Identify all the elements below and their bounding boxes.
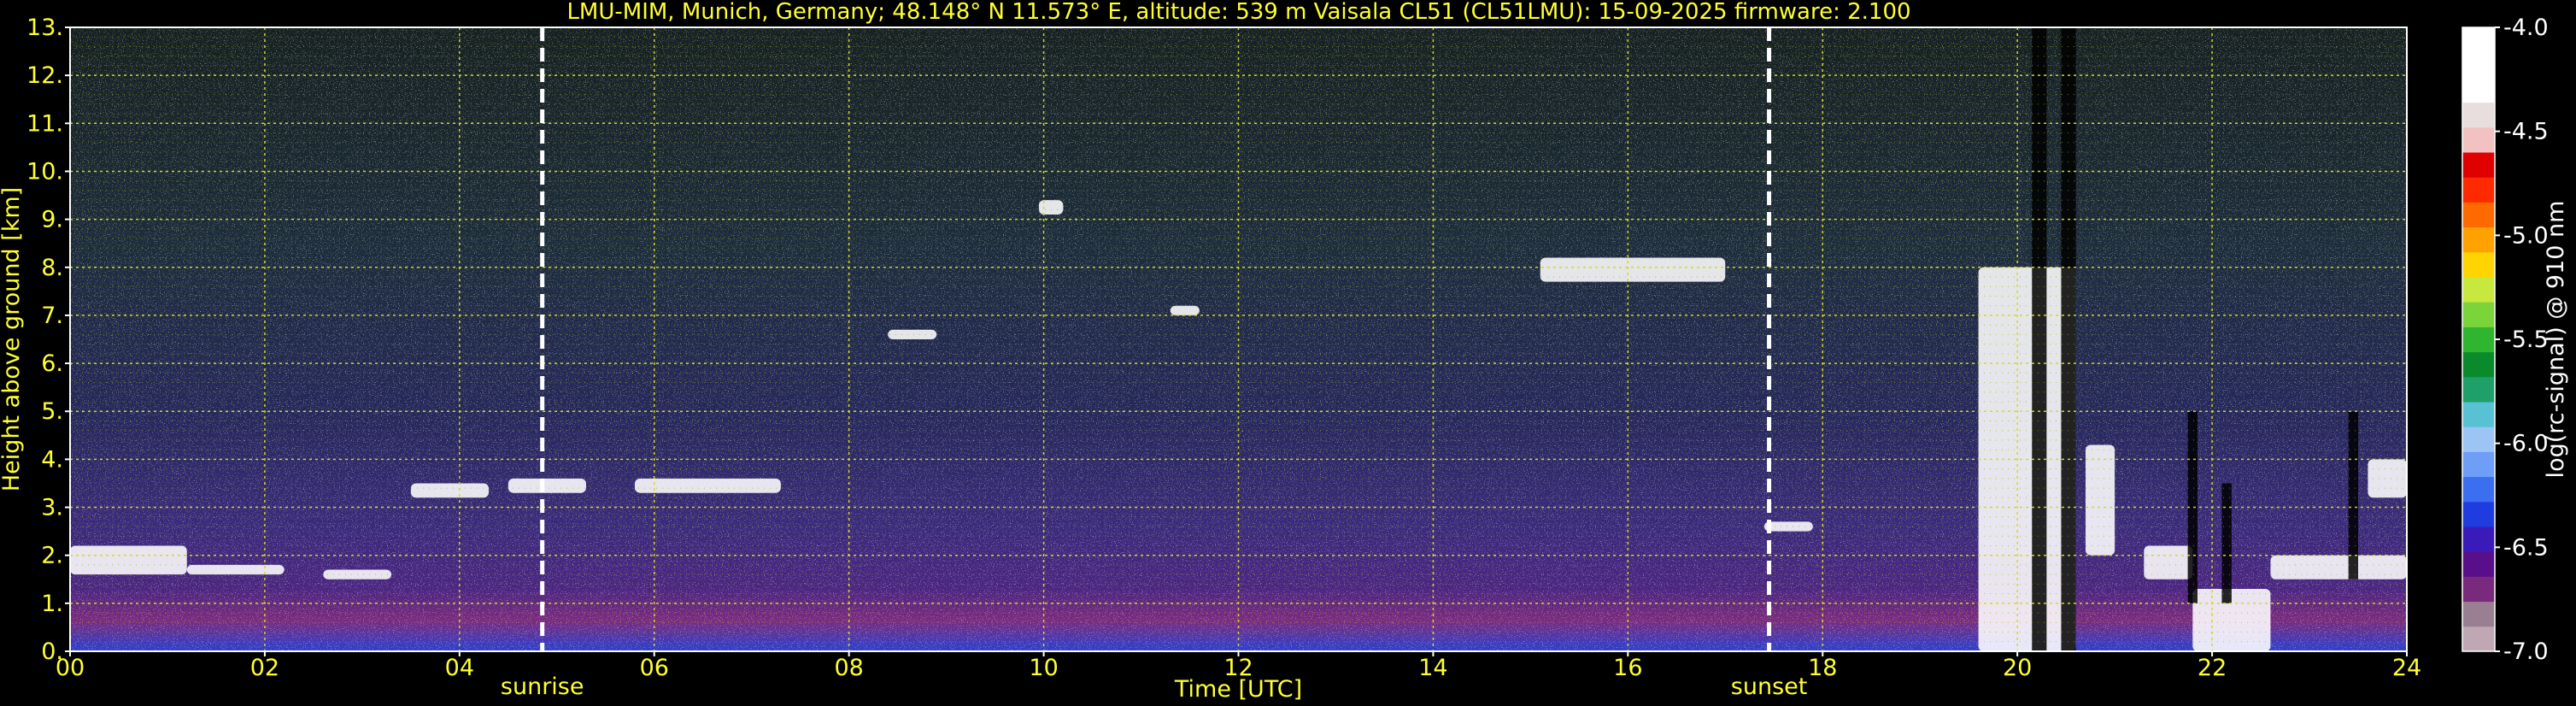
- plot-area: [69, 26, 2408, 652]
- y-tick-label: 12.: [26, 62, 63, 89]
- y-tick-label: 10.: [26, 158, 63, 185]
- y-tick-label: 7.: [41, 303, 63, 329]
- x-tick-label: 16: [1613, 655, 1642, 681]
- y-tick-label: 5.: [41, 398, 63, 425]
- cloud-12: [2085, 444, 2115, 556]
- chart-title: LMU-MIM, Munich, Germany; 48.148° N 11.5…: [566, 0, 1910, 25]
- y-tick-label: 0.: [41, 638, 63, 665]
- x-tick-label: 02: [250, 655, 279, 681]
- signal-gap-17: [2032, 27, 2047, 651]
- colorbar-tick-label: -7.0: [2503, 638, 2549, 665]
- colorbar: -4.0 -4.5 -5.0 -5.5 -6.0 -6.5 -7.0: [2462, 15, 2549, 665]
- cloud-16: [2368, 459, 2407, 498]
- colorbar-tick-label: -5.5: [2503, 327, 2549, 353]
- y-tick-label: 4.: [41, 446, 63, 473]
- sunrise-label: sunrise: [501, 674, 584, 700]
- colorbar-segment: [2462, 551, 2495, 577]
- cloud-4: [508, 478, 586, 493]
- cloud-7: [1038, 200, 1064, 215]
- colorbar-segment: [2462, 476, 2495, 503]
- colorbar-segment: [2462, 601, 2495, 627]
- x-tick-label: 04: [445, 655, 474, 681]
- y-axis-ticks: 0. 1. 2. 3. 4. 5. 6. 7. 8. 9. 10. 11. 12. 13.: [26, 15, 70, 665]
- x-tick-label: 20: [2003, 655, 2032, 681]
- y-tick-label: 13.: [26, 15, 63, 41]
- y-tick-label: 3.: [41, 495, 63, 521]
- colorbar-segment: [2462, 451, 2495, 478]
- y-tick-label: 6.: [41, 350, 63, 377]
- x-axis-label: Time [UTC]: [1174, 676, 1302, 703]
- ceilometer-chart: LMU-MIM, Munich, Germany; 48.148° N 11.5…: [0, 0, 2569, 703]
- colorbar-segment: [2462, 527, 2495, 552]
- colorbar-tick-label: -6.5: [2503, 534, 2549, 561]
- colorbar-tick-label: -4.0: [2503, 15, 2549, 41]
- colorbar-segment: [2462, 376, 2495, 403]
- colorbar-segment: [2462, 177, 2495, 203]
- x-tick-label: 22: [2198, 655, 2227, 681]
- colorbar-tick-label: -5.0: [2503, 222, 2549, 249]
- colorbar-segment: [2462, 27, 2495, 53]
- y-tick-label: 11.: [26, 110, 63, 137]
- colorbar-segment: [2462, 576, 2495, 603]
- annotation-labels: sunrise sunset: [501, 674, 1807, 700]
- cloud-3: [410, 483, 490, 498]
- y-axis-label: Height above ground [km]: [0, 187, 25, 491]
- colorbar-segment: [2462, 327, 2495, 353]
- x-tick-label: 10: [1029, 655, 1058, 681]
- cloud-1: [186, 564, 285, 575]
- colorbar-segment: [2462, 52, 2495, 78]
- y-tick-label: 8.: [41, 255, 63, 281]
- cloud-15: [2270, 555, 2407, 580]
- sunset-label: sunset: [1731, 674, 1808, 700]
- colorbar-segment: [2462, 77, 2495, 103]
- colorbar-segment: [2462, 402, 2495, 427]
- cloud-10: [1763, 521, 1813, 532]
- signal-gap-20: [2221, 483, 2232, 603]
- colorbar-segment: [2462, 251, 2495, 278]
- colorbar-segment: [2462, 427, 2495, 452]
- colorbar-segment: [2462, 277, 2495, 303]
- x-tick-label: 06: [640, 655, 669, 681]
- cloud-0: [70, 545, 187, 575]
- y-tick-label: 1.: [41, 591, 63, 617]
- cloud-5: [634, 478, 781, 493]
- colorbar-tick-label: -6.0: [2503, 431, 2549, 457]
- y-tick-label: 9.: [41, 207, 63, 233]
- colorbar-segment: [2462, 227, 2495, 253]
- colorbar-segment: [2462, 302, 2495, 327]
- cloud-13: [2144, 545, 2193, 580]
- colorbar-segment: [2462, 626, 2495, 652]
- x-tick-label: 18: [1808, 655, 1837, 681]
- colorbar-label: log(rc-signal) @ 910 nm: [2543, 201, 2569, 479]
- colorbar-segment: [2462, 126, 2495, 153]
- x-tick-label: 14: [1418, 655, 1447, 681]
- cloud-6: [888, 329, 937, 339]
- colorbar-segment: [2462, 351, 2495, 378]
- colorbar-segment: [2462, 102, 2495, 128]
- y-tick-label: 2.: [41, 543, 63, 569]
- x-tick-label: 24: [2392, 655, 2421, 681]
- signal-gap-21: [2348, 411, 2359, 580]
- colorbar-segment: [2462, 152, 2495, 178]
- cloud-8: [1170, 305, 1200, 315]
- colorbar-segment: [2462, 501, 2495, 527]
- colorbar-tick-label: -4.5: [2503, 119, 2549, 145]
- colorbar-segment: [2462, 202, 2495, 228]
- cloud-9: [1540, 257, 1726, 282]
- x-tick-label: 08: [834, 655, 863, 681]
- signal-gap-18: [2061, 27, 2076, 651]
